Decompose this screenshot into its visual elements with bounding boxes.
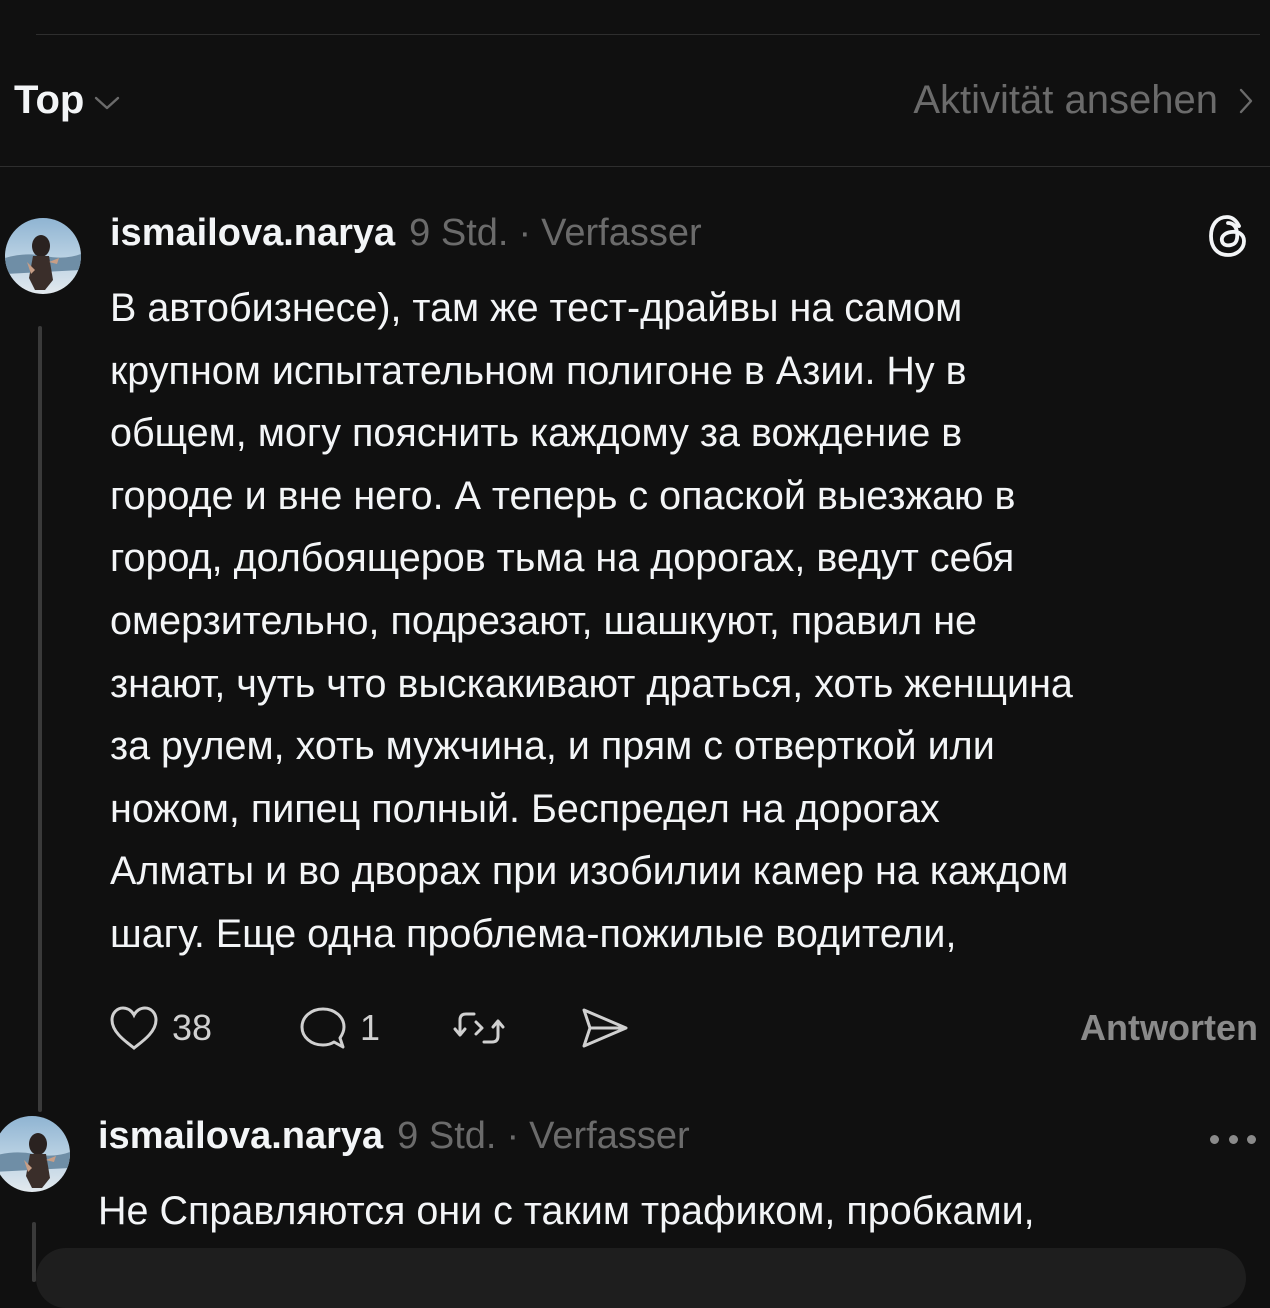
more-dot xyxy=(1210,1134,1219,1144)
more-dot xyxy=(1228,1134,1238,1144)
post-header: ismailova.narya 9 Std. · Verfasser xyxy=(98,1115,690,1158)
author-badge: Verfasser xyxy=(529,1115,690,1157)
comment-icon xyxy=(300,1007,346,1049)
view-activity-label: Aktivität ansehen xyxy=(913,78,1218,122)
heart-icon xyxy=(110,1006,158,1050)
post-actions: 38 1 Antworten xyxy=(108,1004,1260,1054)
like-button[interactable]: 38 xyxy=(108,1004,212,1052)
username[interactable]: ismailova.narya xyxy=(98,1115,383,1158)
meta-separator: · xyxy=(506,1115,520,1157)
sort-label: Top xyxy=(14,78,85,122)
share-button[interactable] xyxy=(578,1004,632,1052)
thread-line xyxy=(38,326,42,1112)
sort-dropdown[interactable]: Top xyxy=(14,78,120,123)
chevron-down-icon xyxy=(95,96,120,109)
author-badge: Verfasser xyxy=(541,212,702,254)
avatar-photo xyxy=(5,218,81,294)
comment-count: 1 xyxy=(360,1007,381,1048)
reply-composer[interactable] xyxy=(36,1248,1246,1308)
more-dot xyxy=(1247,1134,1256,1144)
more-icon[interactable] xyxy=(1210,1124,1256,1154)
comment-button[interactable]: 1 xyxy=(298,1004,380,1052)
chevron-right-icon xyxy=(1239,88,1253,113)
send-icon xyxy=(582,1008,628,1048)
meta-separator: · xyxy=(518,212,532,254)
post-header: ismailova.narya 9 Std. · Verfasser xyxy=(110,212,702,255)
reply-button[interactable]: Antworten xyxy=(1080,1007,1258,1049)
avatar-photo xyxy=(0,1116,70,1192)
top-divider xyxy=(36,34,1260,35)
avatar[interactable] xyxy=(0,1116,70,1192)
post-text: В автобизнесе), там же тест-драйвы на са… xyxy=(110,286,1073,956)
header-divider xyxy=(0,166,1270,167)
repost-button[interactable] xyxy=(452,1004,506,1052)
view-activity-link[interactable]: Aktivität ansehen xyxy=(913,78,1254,123)
avatar[interactable] xyxy=(5,218,81,294)
username[interactable]: ismailova.narya xyxy=(110,212,395,255)
repost-icon xyxy=(453,1012,505,1044)
post-time: 9 Std. xyxy=(409,212,509,254)
post-text: Не Справляются они с таким трафиком, про… xyxy=(98,1189,1035,1233)
post-time: 9 Std. xyxy=(397,1115,497,1157)
threads-logo-icon[interactable] xyxy=(1206,212,1250,260)
like-count: 38 xyxy=(172,1007,213,1048)
